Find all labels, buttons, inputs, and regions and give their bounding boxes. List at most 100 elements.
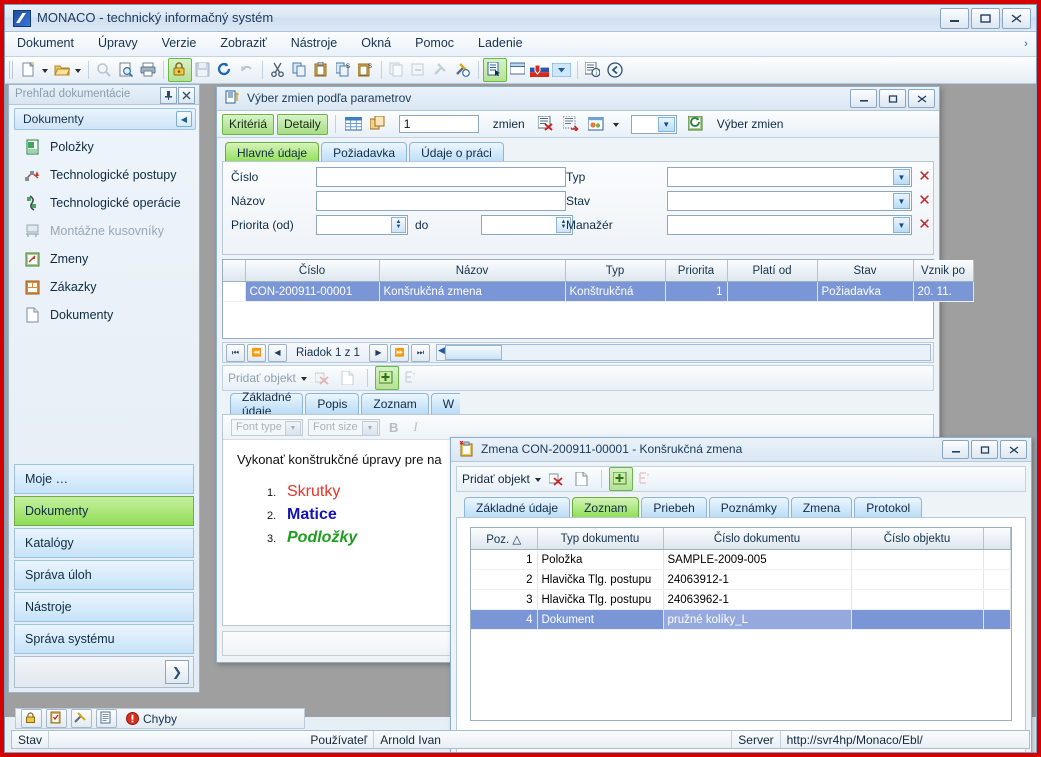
tab-zoznam[interactable]: Zoznam — [361, 393, 429, 414]
menu-item-pomoc[interactable]: Pomoc — [403, 32, 466, 54]
typ-select[interactable]: ▼ — [667, 167, 912, 187]
nav-next-button[interactable]: ▶ — [368, 343, 388, 362]
table-row[interactable]: 4 Dokument pružné kolíky_L — [471, 609, 1011, 630]
stepper-arrows-icon[interactable]: ▲ ▼ — [391, 217, 406, 233]
scrollbar-thumb[interactable] — [444, 345, 502, 360]
log-tab-icon[interactable] — [96, 709, 117, 728]
menu-item-okna[interactable]: Okná — [349, 32, 403, 54]
table-row[interactable]: 3 Hlavička Tlg. postupu 24063962-1 — [471, 589, 1011, 610]
change-count-input[interactable]: 1 — [398, 115, 479, 133]
add-object-dropdown-arrow[interactable] — [299, 367, 310, 389]
open-folder-icon[interactable] — [51, 59, 73, 81]
copy-rows-icon[interactable] — [368, 113, 390, 135]
settings-icon[interactable] — [586, 113, 608, 135]
add-row-icon[interactable] — [608, 467, 633, 491]
chevron-down-icon[interactable]: ▼ — [893, 169, 910, 185]
copy-icon[interactable] — [289, 59, 311, 81]
search-icon[interactable] — [93, 59, 115, 81]
print-preview-icon[interactable] — [115, 59, 137, 81]
changes-grid[interactable]: Číslo Názov Typ Priorita Platí od Stav V… — [222, 259, 974, 339]
window-icon[interactable] — [507, 59, 529, 81]
view-select[interactable]: ▼ — [630, 114, 677, 134]
col-typ-dokumentu[interactable]: Typ dokumentu — [537, 528, 664, 550]
paste-icon[interactable] — [311, 59, 333, 81]
tab-zoznam[interactable]: Zoznam — [572, 497, 640, 518]
sidebar-item-polozky[interactable]: Položky — [14, 133, 194, 161]
lock-tab-icon[interactable] — [21, 709, 42, 728]
table-row[interactable]: 2 Hlavička Tlg. postupu 24063912-1 — [471, 569, 1011, 590]
action-label[interactable]: Výber zmien — [717, 117, 784, 131]
add-object-button[interactable]: Pridať objekt — [462, 472, 530, 486]
menu-item-dokument[interactable]: Dokument — [5, 32, 86, 54]
minimize-button[interactable] — [850, 89, 877, 108]
new-doc-icon[interactable] — [572, 468, 594, 490]
clear-stav-icon[interactable]: ✕ — [916, 192, 933, 209]
col-stav[interactable]: Stav — [817, 260, 914, 282]
maximize-button[interactable] — [971, 440, 998, 459]
close-icon[interactable] — [178, 87, 195, 104]
col-poz[interactable]: Poz. △ — [471, 528, 538, 550]
col-typ[interactable]: Typ — [565, 260, 666, 282]
cut-icon[interactable] — [267, 59, 289, 81]
sidebar-item-technologicke-postupy[interactable]: Technologické postupy — [14, 161, 194, 189]
sidebar-section-dokumenty[interactable]: Dokumenty — [14, 496, 194, 526]
sidebar-item-zmeny[interactable]: Zmeny — [14, 245, 194, 273]
priorita-do-stepper[interactable]: ▲ ▼ — [481, 215, 573, 235]
new-document-dropdown-arrow[interactable] — [40, 59, 51, 81]
refresh-icon[interactable] — [214, 59, 236, 81]
clear-manazer-icon[interactable]: ✕ — [916, 216, 933, 233]
nav-next-page-button[interactable]: ⏩ — [389, 343, 409, 362]
add-row-icon[interactable] — [374, 366, 399, 390]
tab-poznamky[interactable]: Poznámky — [708, 497, 789, 518]
close-button[interactable] — [1000, 440, 1027, 459]
tools-tab-icon[interactable] — [71, 709, 92, 728]
tab-w[interactable]: W — [430, 393, 460, 414]
back-icon[interactable] — [604, 59, 626, 81]
sidebar-section-sprava-uloh[interactable]: Správa úloh — [14, 560, 194, 590]
delete-filter-icon[interactable] — [536, 113, 558, 135]
menu-item-ladenie[interactable]: Ladenie — [466, 32, 535, 54]
scroll-left-icon[interactable]: ◀ — [438, 345, 445, 356]
nav-first-button[interactable]: ⏮ — [226, 343, 245, 362]
tab-poziadavka[interactable]: Požiadavka — [321, 142, 408, 163]
clear-typ-icon[interactable]: ✕ — [916, 168, 933, 185]
settings-dropdown-arrow[interactable] — [611, 113, 622, 135]
tab-udaje-o-praci[interactable]: Údaje o práci — [409, 142, 504, 163]
col-plati-od[interactable]: Platí od — [727, 260, 818, 282]
tab-zmena[interactable]: Zmena — [790, 497, 853, 518]
col-nazov[interactable]: Názov — [379, 260, 566, 282]
col-vznik-po[interactable]: Vznik po — [913, 260, 974, 282]
chevron-down-icon[interactable]: ▼ — [657, 116, 675, 132]
nav-prev-button[interactable]: ◀ — [268, 343, 287, 362]
lock-icon[interactable] — [168, 58, 192, 82]
sidebar-section-moje[interactable]: Moje … — [14, 464, 194, 494]
col-filler[interactable] — [983, 528, 1011, 550]
print-icon[interactable] — [137, 59, 159, 81]
documents-grid[interactable]: Poz. △ Typ dokumentu Číslo dokumentu Čís… — [470, 527, 1012, 721]
nav-prev-page-button[interactable]: ⏪ — [247, 343, 266, 362]
tools-icon[interactable] — [452, 59, 474, 81]
errors-tab[interactable]: Chyby — [121, 712, 177, 726]
cislo-input[interactable] — [316, 167, 566, 187]
tab-protokol[interactable]: Protokol — [854, 497, 923, 518]
table-row[interactable]: CON-200911-00001 Konšrukčná zmena Konštr… — [223, 281, 974, 302]
grid-icon[interactable] — [343, 113, 365, 135]
add-object-button[interactable]: Pridať objekt — [228, 371, 296, 385]
sidebar-section-katalogy[interactable]: Katalógy — [14, 528, 194, 558]
priorita-od-stepper[interactable]: ▲ ▼ — [316, 215, 408, 235]
add-object-dropdown-arrow[interactable] — [533, 468, 544, 490]
sidebar-section-sprava-systemu[interactable]: Správa systému — [14, 624, 194, 654]
maximize-button[interactable] — [879, 89, 906, 108]
refresh-green-icon[interactable] — [686, 113, 708, 135]
toolbar-grip[interactable] — [9, 61, 15, 79]
collapse-icon[interactable]: ◀ — [176, 111, 192, 127]
new-document-icon[interactable] — [18, 59, 40, 81]
paste-special-icon[interactable]: S — [355, 59, 377, 81]
nav-last-button[interactable]: ⏭ — [410, 343, 430, 362]
stav-select[interactable]: ▼ — [667, 191, 912, 211]
panel-group-dokumenty[interactable]: Dokumenty ◀ — [14, 108, 196, 130]
menu-overflow-icon[interactable]: › — [1019, 36, 1033, 52]
col-cislo-objektu[interactable]: Číslo objektu — [851, 528, 984, 550]
copy-special-icon[interactable]: S — [333, 59, 355, 81]
chevron-down-icon[interactable]: ▼ — [893, 217, 910, 233]
